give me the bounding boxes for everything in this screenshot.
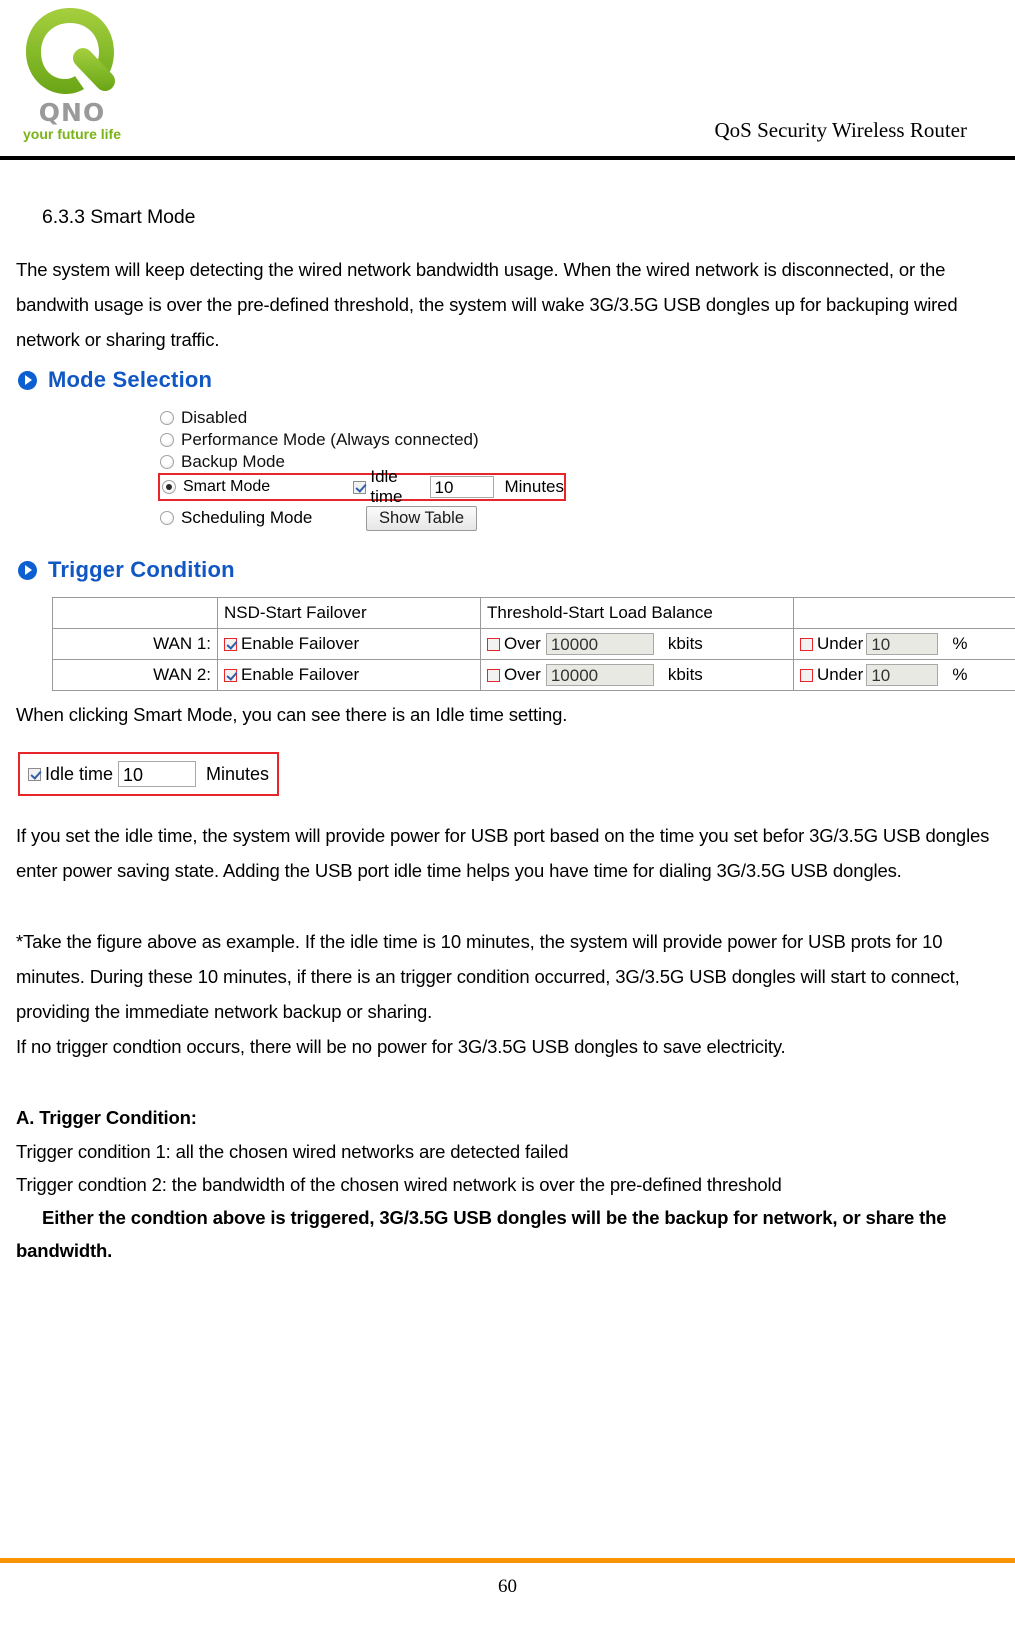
table-header-blank [52,597,218,629]
wan-label: WAN 2: [52,659,218,691]
idle-time-checkbox[interactable] [28,767,41,781]
idle-time-input[interactable]: 10 [118,761,197,787]
mode-option-smart-highlighted[interactable]: Smart Mode Idle time 10 Minutes [158,467,566,506]
table-header-nsd: NSD-Start Failover [217,597,481,629]
over-checkbox[interactable] [487,637,500,651]
table-header-row: NSD-Start Failover Threshold-Start Load … [52,597,1015,629]
over-value-input[interactable]: 10000 [545,664,654,686]
under-value-input[interactable]: 10 [866,633,939,655]
enable-failover-label: Enable Failover [241,634,360,653]
qno-q-mark-icon [26,8,115,94]
over-value-input[interactable]: 10000 [545,633,654,655]
trigger-summary: Either the condtion above is triggered, … [16,1207,947,1261]
mode-option-label: Disabled [181,408,248,427]
idle-time-label: Idle time [370,467,403,506]
footer-divider [0,1558,1015,1563]
mode-option-label: Performance Mode (Always connected) [181,430,479,449]
trigger-condition-2: Trigger condtion 2: the bandwidth of the… [16,1174,782,1195]
after-figure-paragraph-2: If you set the idle time, the system wil… [16,825,990,881]
under-value-input[interactable]: 10 [866,664,939,686]
trigger-condition-heading: A. Trigger Condition: [16,1107,197,1128]
over-label: Over [504,665,541,684]
under-checkbox[interactable] [800,668,813,682]
under-threshold-cell: Under 10 % [793,628,1015,660]
under-label: Under [817,665,864,684]
mode-selection-header: Mode Selection [18,367,1015,393]
over-threshold-cell: Over 10000 kbits [480,659,794,691]
section-heading: 6.3.3 Smart Mode [42,206,196,228]
enable-failover-checkbox[interactable] [224,668,237,682]
qno-wordmark: QNO [38,98,106,127]
no-trigger-paragraph: If no trigger condtion occurs, there wil… [16,1036,786,1057]
header-title: QoS Security Wireless Router [714,118,967,142]
mode-option-scheduling[interactable]: Scheduling Mode Show Table [160,505,590,531]
page-header: QNO your future life QoS Security Wirele… [0,0,1015,160]
idle-time-unit: Minutes [206,763,270,784]
under-label: Under [817,634,864,653]
over-label: Over [504,634,541,653]
table-header-blank2 [793,597,1015,629]
mode-option-label: Backup Mode [181,452,285,471]
over-unit: kbits [667,634,703,653]
arrow-bullet-icon [18,560,37,580]
qno-logo: QNO your future life [12,4,132,146]
radio-backup-icon[interactable] [160,455,174,469]
show-table-button[interactable]: Show Table [366,505,478,531]
wan-label: WAN 1: [52,628,218,660]
trigger-condition-title: Trigger Condition [48,557,235,582]
over-unit: kbits [667,665,703,684]
example-paragraph: *Take the figure above as example. If th… [16,931,960,1022]
trigger-condition-table: NSD-Start Failover Threshold-Start Load … [52,597,1015,691]
trigger-condition-header: Trigger Condition [18,557,1015,583]
under-checkbox[interactable] [800,637,813,651]
idle-time-label: Idle time [45,763,114,784]
arrow-bullet-icon [18,370,37,390]
intro-paragraph: The system will keep detecting the wired… [16,259,958,350]
idle-time-control: Idle time 10 Minutes [353,467,564,507]
table-row: WAN 2: Enable Failover Over 10000 kbits [52,659,1015,691]
qno-tagline: your future life [22,126,121,142]
failover-cell: Enable Failover [217,628,481,660]
document-content: 6.3.3 Smart Mode The system will keep de… [0,160,1015,1267]
under-unit: % [952,665,968,684]
mode-selection-title: Mode Selection [48,367,213,392]
idle-time-input[interactable]: 10 [429,476,495,498]
after-figure-paragraph-1: When clicking Smart Mode, you can see th… [16,704,568,725]
mode-option-list: Disabled Performance Mode (Always connec… [158,407,590,531]
mode-option-performance[interactable]: Performance Mode (Always connected) [160,429,590,451]
under-unit: % [952,634,968,653]
mode-option-label: Smart Mode [183,478,271,495]
under-threshold-cell: Under 10 % [793,659,1015,691]
table-header-threshold: Threshold-Start Load Balance [480,597,794,629]
idle-time-checkbox[interactable] [353,480,367,494]
radio-performance-icon[interactable] [160,433,174,447]
mode-option-label: Scheduling Mode [181,508,313,527]
radio-smart-mode-icon[interactable] [162,480,176,494]
enable-failover-label: Enable Failover [241,665,360,684]
mode-selection-figure: Mode Selection Disabled Performance Mode… [0,367,1015,691]
page-number: 60 [498,1576,517,1597]
idle-time-figure: Idle time 10 Minutes [18,752,280,796]
failover-cell: Enable Failover [217,659,481,691]
table-row: WAN 1: Enable Failover Over 10000 kbits [52,628,1015,660]
trigger-condition-1: Trigger condition 1: all the chosen wire… [16,1141,569,1162]
idle-time-unit: Minutes [504,477,564,496]
mode-option-disabled[interactable]: Disabled [160,407,590,429]
radio-scheduling-icon[interactable] [160,511,174,525]
over-threshold-cell: Over 10000 kbits [480,628,794,660]
radio-disabled-icon[interactable] [160,411,174,425]
over-checkbox[interactable] [487,668,500,682]
enable-failover-checkbox[interactable] [224,637,237,651]
